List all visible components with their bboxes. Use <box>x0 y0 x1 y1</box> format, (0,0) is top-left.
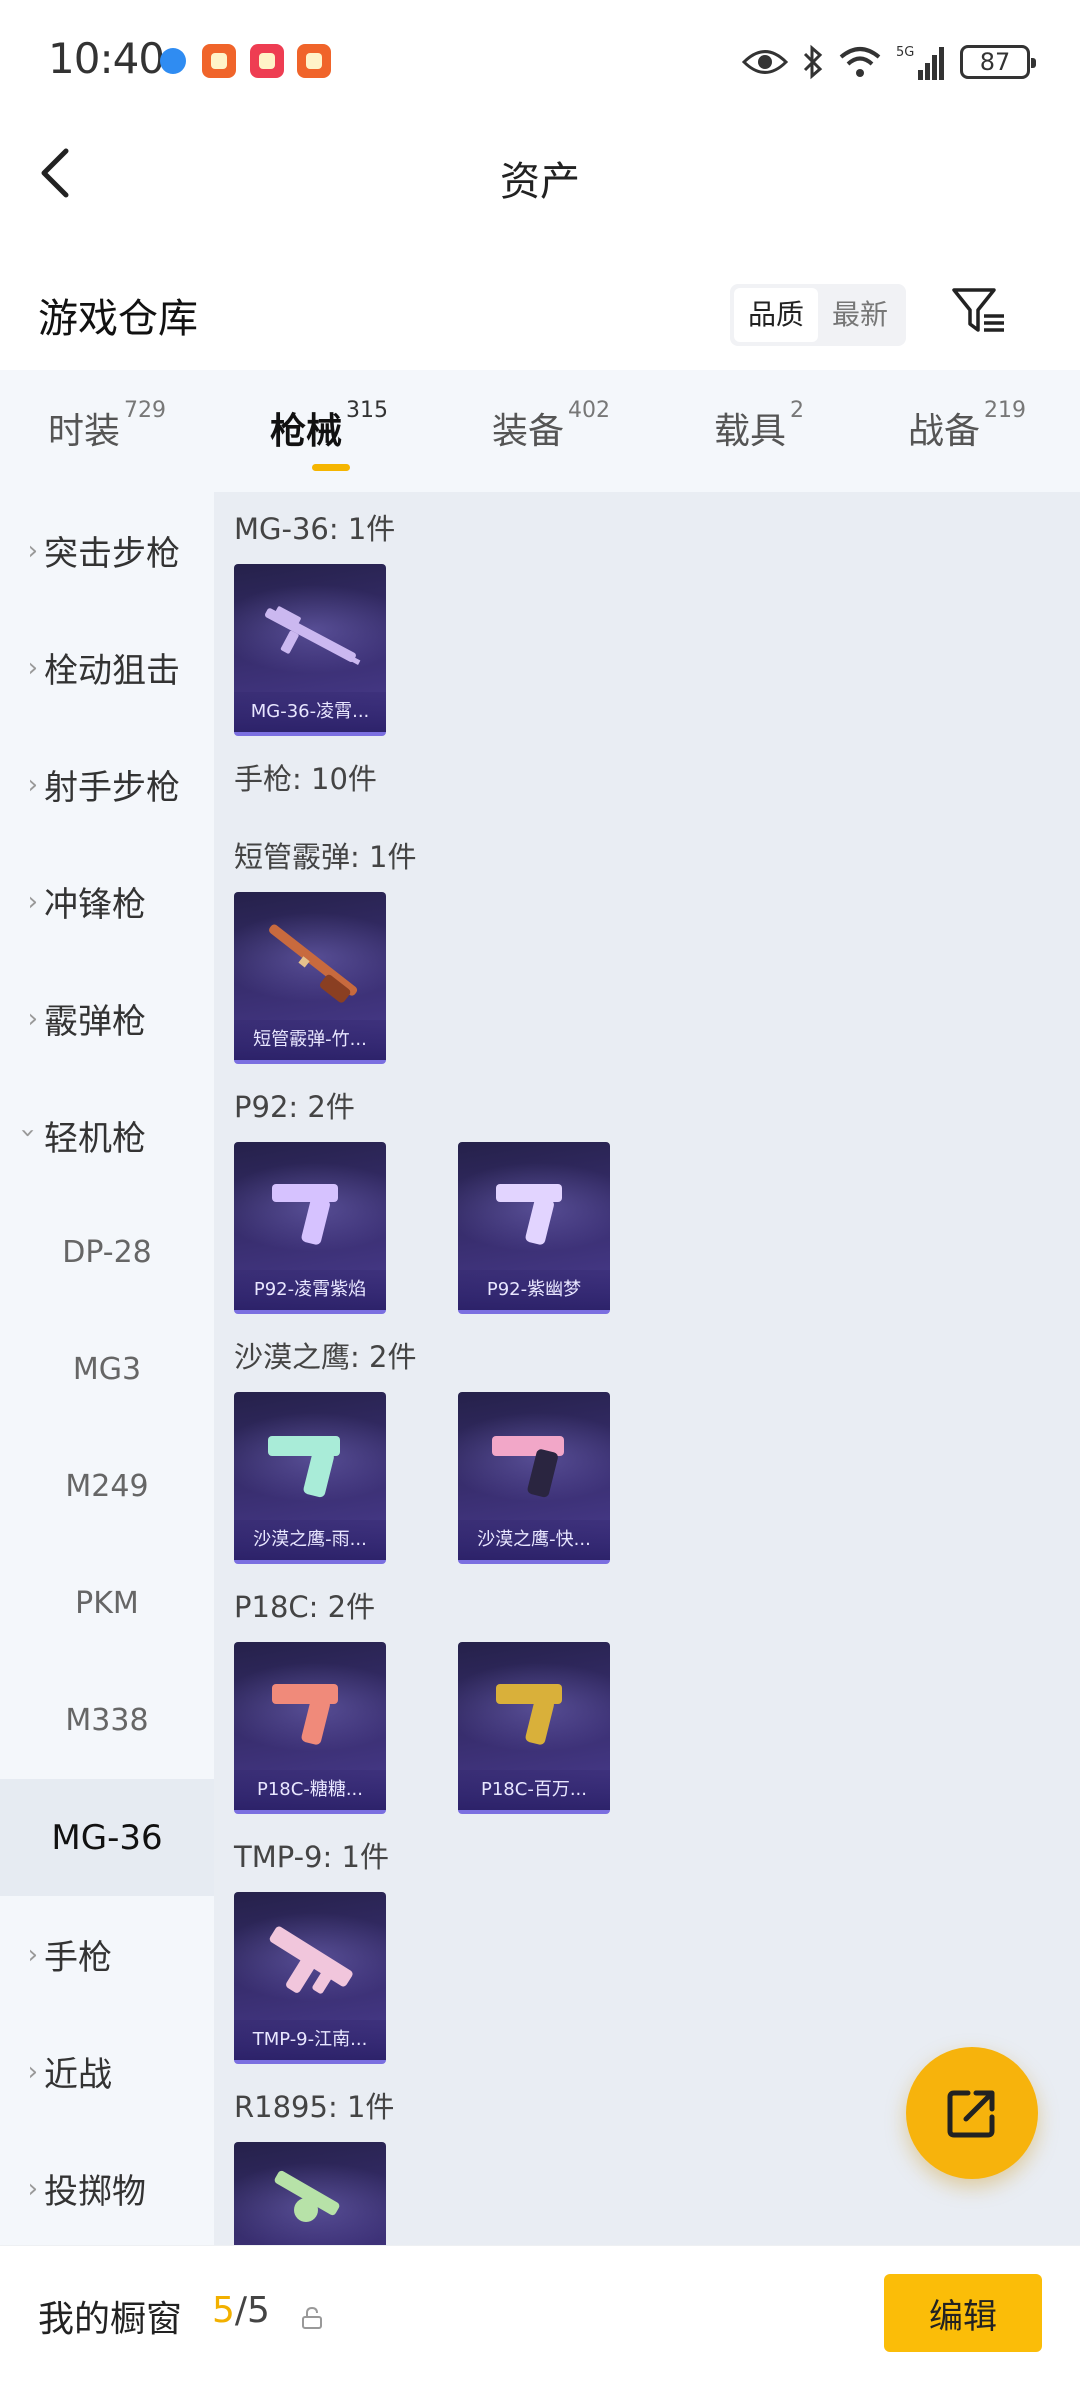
nav-bar: 资产 <box>0 125 1080 225</box>
sidebar-item-bolt-sniper[interactable]: › 栓动狙击 <box>0 609 214 726</box>
tab-vehicles[interactable]: 载具2 <box>714 398 804 454</box>
item-card-tmp9[interactable]: TMP-9-江南... <box>234 1892 386 2064</box>
chevron-right-icon: › <box>27 2056 38 2087</box>
tab-firearms[interactable]: 枪械315 <box>270 398 388 454</box>
sidebar-item-shotgun[interactable]: › 霰弹枪 <box>0 960 214 1077</box>
eye-icon <box>742 50 788 74</box>
app-notification-icon-2 <box>297 44 331 78</box>
item-card-desert-eagle-2[interactable]: 沙漠之鹰-快... <box>458 1392 610 1564</box>
item-card-p92-1[interactable]: P92-凌霄紫焰 <box>234 1142 386 1314</box>
pistol-icon <box>272 1684 338 1745</box>
chevron-right-icon: › <box>27 1003 38 1034</box>
pistol-icon <box>272 1184 338 1245</box>
sidebar-sub-m338[interactable]: M338 <box>0 1662 214 1779</box>
warehouse-title: 游戏仓库 <box>38 296 198 342</box>
item-card-mg36[interactable]: MG-36-凌霄... <box>234 564 386 736</box>
group-title-desert-eagle: 沙漠之鹰: 2件 <box>234 1340 417 1374</box>
sidebar-item-assault-rifle[interactable]: › 突击步枪 <box>0 492 214 609</box>
wifi-icon <box>839 47 881 77</box>
active-tab-indicator <box>312 464 350 471</box>
group-title-p92: P92: 2件 <box>234 1090 355 1124</box>
browser-notification-icon <box>160 48 186 74</box>
item-card-r1895[interactable] <box>234 2142 386 2245</box>
page-title: 资产 <box>500 159 580 205</box>
sort-newest-button[interactable]: 最新 <box>818 288 902 342</box>
sidebar-sub-mg36[interactable]: MG-36 <box>0 1779 214 1896</box>
edit-button[interactable]: 编辑 <box>884 2274 1042 2352</box>
showcase-bar: 我的橱窗 5/5 编辑 <box>0 2245 1080 2381</box>
battery-indicator: 87 <box>960 45 1036 79</box>
group-title-p18c: P18C: 2件 <box>234 1590 376 1624</box>
status-bar: 10:40 5G 87 <box>0 0 1080 125</box>
warehouse-header: 游戏仓库 品质 最新 <box>0 270 1080 360</box>
filter-icon <box>952 288 1004 332</box>
signal-icon: 5G <box>896 45 944 80</box>
bluetooth-icon <box>803 44 823 80</box>
status-icons: 5G 87 <box>742 40 1036 84</box>
sidebar-sub-mg3[interactable]: MG3 <box>0 1311 214 1428</box>
sidebar-item-smg[interactable]: › 冲锋枪 <box>0 843 214 960</box>
filter-button[interactable] <box>948 282 1008 342</box>
rifle-icon <box>265 606 361 665</box>
chevron-right-icon: › <box>27 535 38 566</box>
status-time: 10:40 <box>48 34 165 83</box>
smg-icon <box>269 1926 353 1994</box>
sidebar-sub-dp28[interactable]: DP-28 <box>0 1194 214 1311</box>
sidebar-sub-pkm[interactable]: PKM <box>0 1545 214 1662</box>
item-card-desert-eagle-1[interactable]: 沙漠之鹰-雨... <box>234 1392 386 1564</box>
tab-combat-gear[interactable]: 战备219 <box>908 398 1026 454</box>
pistol-icon <box>268 1436 340 1498</box>
svg-text:5G: 5G <box>896 45 914 60</box>
group-title-tmp9: TMP-9: 1件 <box>234 1840 389 1874</box>
item-card-short-shotgun[interactable]: 短管霰弹-竹... <box>234 892 386 1064</box>
app-notification-icon <box>202 44 236 78</box>
sidebar: › 突击步枪 › 栓动狙击 › 射手步枪 › 冲锋枪 › 霰弹枪 › 轻机枪 DP-28 M… <box>0 492 214 2245</box>
tab-equipment[interactable]: 装备402 <box>492 398 610 454</box>
group-title-pistol: 手枪: 10件 <box>234 762 377 796</box>
pistol-icon <box>496 1684 562 1745</box>
chevron-right-icon: › <box>27 769 38 800</box>
share-fab-button[interactable] <box>906 2047 1038 2179</box>
pistol-icon <box>496 1184 562 1245</box>
group-title-short-shotgun: 短管霰弹: 1件 <box>234 840 417 874</box>
chevron-right-icon: › <box>27 652 38 683</box>
group-title-mg36: MG-36: 1件 <box>234 512 396 546</box>
item-card-p18c-2[interactable]: P18C-百万... <box>458 1642 610 1814</box>
sort-quality-button[interactable]: 品质 <box>734 288 819 342</box>
sidebar-item-throwable[interactable]: › 投掷物 <box>0 2130 214 2245</box>
mail-notification-icon <box>250 44 284 78</box>
revolver-icon <box>274 2170 340 2222</box>
sidebar-item-lmg[interactable]: › 轻机枪 <box>0 1077 214 1194</box>
sort-toggle: 品质 最新 <box>730 284 907 346</box>
chevron-down-icon: › <box>13 1127 43 1138</box>
lock-icon <box>302 2306 322 2329</box>
showcase-count: 5/5 <box>212 2290 270 2331</box>
external-link-icon <box>947 2090 995 2138</box>
chevron-right-icon: › <box>27 886 38 917</box>
sidebar-item-marksman-rifle[interactable]: › 射手步枪 <box>0 726 214 843</box>
item-card-p92-2[interactable]: P92-紫幽梦 <box>458 1142 610 1314</box>
sidebar-sub-m249[interactable]: M249 <box>0 1428 214 1545</box>
tab-fashion[interactable]: 时装729 <box>48 398 166 454</box>
chevron-right-icon: › <box>27 1939 38 1970</box>
shotgun-icon <box>269 924 358 1003</box>
group-title-r1895: R1895: 1件 <box>234 2090 395 2124</box>
item-card-p18c-1[interactable]: P18C-糖糖... <box>234 1642 386 1814</box>
chevron-right-icon: › <box>27 2173 38 2204</box>
item-list: MG-36: 1件 MG-36-凌霄... 手枪: 10件 短管霰弹: 1件 短… <box>214 492 1080 2245</box>
pistol-icon <box>492 1436 564 1498</box>
sidebar-item-melee[interactable]: › 近战 <box>0 2013 214 2130</box>
showcase-label: 我的橱窗 <box>38 2299 183 2340</box>
category-tabs: 时装729 枪械315 装备402 载具2 战备219 <box>0 370 1080 492</box>
sidebar-item-pistol[interactable]: › 手枪 <box>0 1896 214 2013</box>
